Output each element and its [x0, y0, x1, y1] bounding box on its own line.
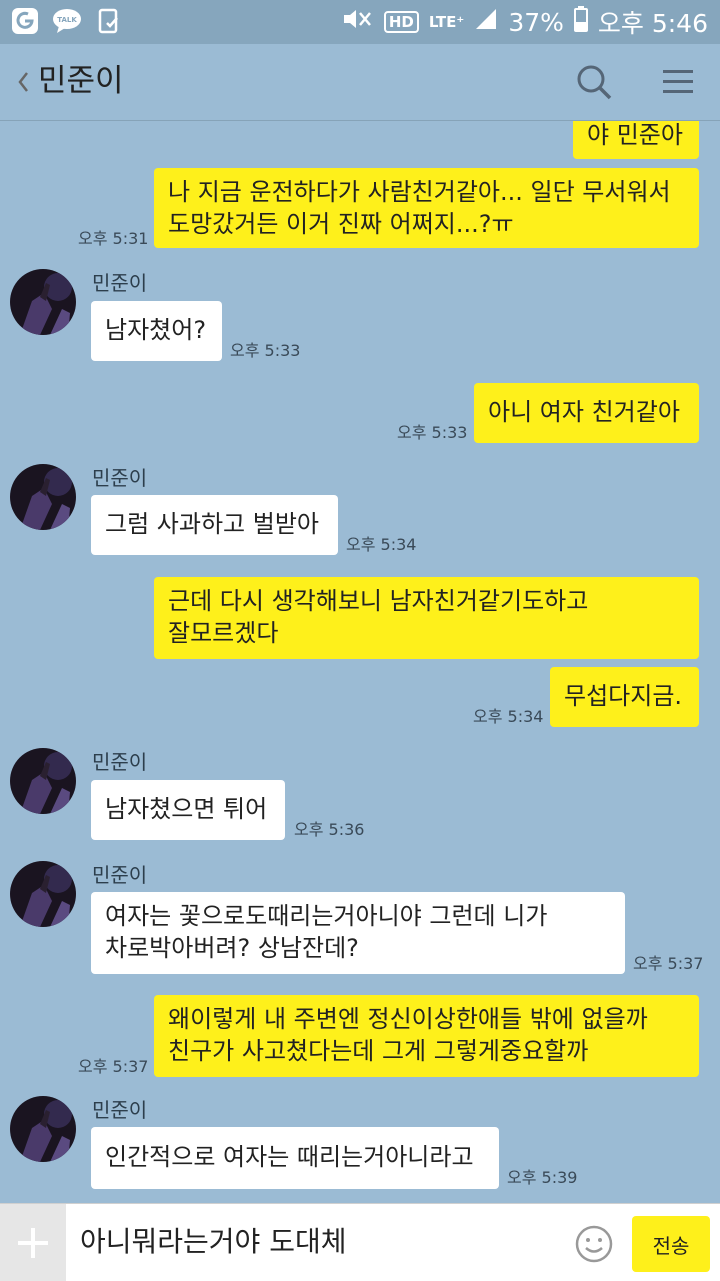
sender-name: 민준이: [92, 466, 148, 490]
sender-name: 민준이: [92, 1098, 148, 1122]
received-message[interactable]: 그럼 사과하고 벌받아: [91, 495, 338, 555]
battery-icon: [573, 6, 588, 38]
message-text-line: 차로박아버려? 상남잔데?: [105, 934, 359, 962]
sent-message[interactable]: 무섭다지금.: [550, 667, 699, 727]
message-text: 남자쳤으면 튀어: [105, 795, 268, 823]
message-text-line: 나 지금 운전하다가 사람친거같아... 일단 무서워서: [168, 178, 671, 206]
sent-message[interactable]: 근데 다시 생각해보니 남자친거같기도하고 잘모르겠다: [154, 577, 699, 659]
system-icons: HD LTE⁺ 37% 오후 5:46: [342, 4, 708, 40]
message-text-line: 잘모르겠다: [168, 619, 279, 647]
message-list[interactable]: 야 민준아 나 지금 운전하다가 사람친거같아... 일단 무서워서 도망갔거든…: [0, 121, 720, 1203]
emoji-icon[interactable]: [574, 1224, 614, 1264]
sent-message[interactable]: 왜이렇게 내 주변엔 정신이상한애들 밖에 없을까 친구가 사고쳤다는데 그게 …: [154, 995, 699, 1077]
message-time: 오후 5:37: [78, 1057, 149, 1076]
message-text-line: 도망갔거든 이거 진짜 어쩌지...?ㅠ: [168, 210, 514, 238]
hd-icon: HD: [383, 11, 419, 33]
avatar[interactable]: [10, 748, 76, 814]
received-message[interactable]: 남자쳤어?: [91, 301, 222, 361]
app-icon: [10, 6, 40, 36]
message-input-bar: 아니뭐라는거야 도대체 전송: [0, 1203, 720, 1281]
status-bar: TALK HD LTE⁺ 37% 오후 5:46: [0, 0, 720, 44]
sender-name: 민준이: [92, 750, 148, 774]
received-message[interactable]: 인간적으로 여자는 때리는거아니라고: [91, 1127, 499, 1189]
avatar[interactable]: [10, 269, 76, 335]
notification-icons: TALK: [10, 6, 124, 36]
lte-icon: LTE⁺: [428, 13, 465, 31]
message-text: 인간적으로 여자는 때리는거아니라고: [105, 1143, 474, 1171]
menu-icon[interactable]: [660, 64, 696, 100]
sent-message[interactable]: 나 지금 운전하다가 사람친거같아... 일단 무서워서 도망갔거든 이거 진짜…: [154, 168, 699, 248]
talk-icon: TALK: [52, 6, 82, 36]
message-text: 남자쳤어?: [105, 316, 207, 344]
signal-icon: [474, 7, 498, 37]
clock: 오후 5:46: [597, 9, 708, 38]
message-text-line: 근데 다시 생각해보니 남자친거같기도하고: [168, 587, 589, 615]
sender-name: 민준이: [92, 271, 148, 295]
sent-message[interactable]: 야 민준아: [573, 121, 699, 159]
message-text: 무섭다지금.: [564, 682, 683, 710]
battery-percent: 37%: [508, 7, 564, 37]
sent-message[interactable]: 아니 여자 친거같아: [474, 383, 699, 443]
avatar[interactable]: [10, 1096, 76, 1162]
back-chevron-icon[interactable]: [12, 64, 34, 100]
clipboard-icon: [94, 6, 124, 36]
message-text: 야 민준아: [587, 121, 683, 149]
received-message[interactable]: 여자는 꽃으로도때리는거아니야 그런데 니가 차로박아버려? 상남잔데?: [91, 892, 625, 974]
message-text-line: 친구가 사고쳤다는데 그게 그렇게중요할까: [168, 1037, 589, 1065]
message-text: 아니 여자 친거같아: [488, 398, 680, 426]
send-button[interactable]: 전송: [632, 1216, 710, 1272]
avatar[interactable]: [10, 861, 76, 927]
chat-header: 민준이: [0, 44, 720, 121]
mute-icon: [342, 7, 374, 37]
message-text-line: 왜이렇게 내 주변엔 정신이상한애들 밖에 없을까: [168, 1005, 648, 1033]
message-time: 오후 5:33: [230, 341, 301, 360]
chat-title[interactable]: 민준이: [38, 60, 124, 102]
message-text: 그럼 사과하고 벌받아: [105, 510, 319, 538]
message-time: 오후 5:34: [473, 707, 544, 726]
plus-icon[interactable]: [0, 1204, 66, 1281]
avatar[interactable]: [10, 464, 76, 530]
sender-name: 민준이: [92, 863, 148, 887]
search-icon[interactable]: [574, 62, 614, 102]
message-time: 오후 5:37: [633, 954, 704, 973]
message-time: 오후 5:39: [507, 1168, 578, 1187]
message-input[interactable]: 아니뭐라는거야 도대체: [80, 1224, 347, 1260]
message-text-line: 여자는 꽃으로도때리는거아니야 그런데 니가: [105, 902, 548, 930]
message-time: 오후 5:34: [346, 535, 417, 554]
svg-text:TALK: TALK: [57, 16, 77, 24]
received-message[interactable]: 남자쳤으면 튀어: [91, 780, 285, 840]
message-time: 오후 5:33: [397, 423, 468, 442]
message-time: 오후 5:36: [294, 820, 365, 839]
message-time: 오후 5:31: [78, 229, 149, 248]
